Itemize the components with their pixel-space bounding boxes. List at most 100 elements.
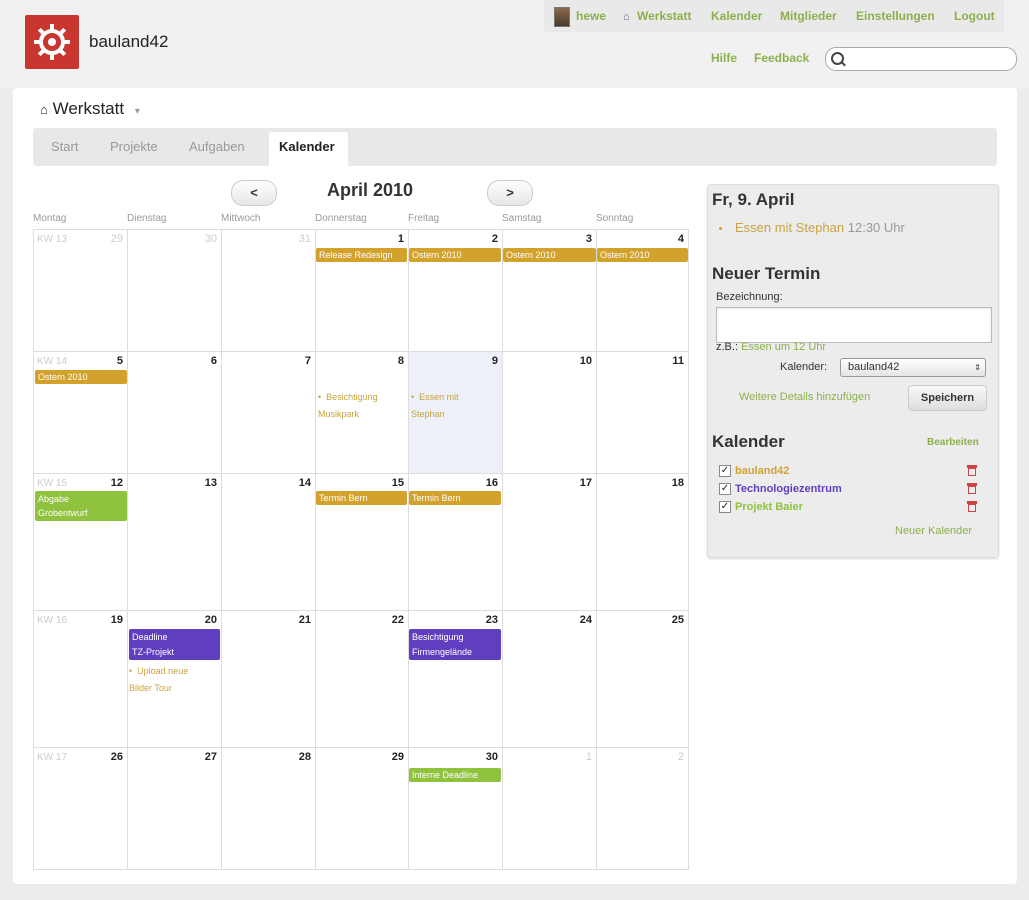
event-termin-bern[interactable]: Termin Bern [409, 491, 501, 505]
calendar-select[interactable]: bauland42 ⇕ [840, 358, 986, 377]
nav-members[interactable]: Mitglieder [780, 9, 837, 23]
dayname-tue: Dienstag [127, 213, 167, 224]
nav-settings[interactable]: Einstellungen [856, 9, 935, 23]
nav-calendar[interactable]: Kalender [711, 9, 762, 23]
workspace-title[interactable]: ⌂ Werkstatt ▾ [40, 99, 140, 119]
prev-month-button[interactable]: < [231, 180, 277, 206]
search-box[interactable] [825, 47, 1017, 71]
checkbox-technologiezentrum[interactable]: ✓ [719, 483, 731, 495]
day-cell[interactable]: 29 [316, 748, 409, 870]
day-cell[interactable]: 26 KW 17 [34, 748, 128, 870]
new-calendar-link[interactable]: Neuer Kalender [895, 525, 972, 537]
event-abgabe-grobentwurf[interactable]: Abgabe Grobentwurf [35, 491, 127, 521]
day-cell[interactable]: 18 [597, 474, 689, 611]
bullet-icon [719, 227, 722, 230]
day-cell[interactable]: 28 [222, 748, 316, 870]
delete-icon[interactable] [967, 465, 977, 476]
calendar-item-projekt-baier[interactable]: Projekt Baier [735, 501, 803, 513]
day-cell[interactable]: 13 [128, 474, 222, 611]
calendar-item-technologiezentrum[interactable]: Technologiezentrum [735, 483, 842, 495]
dayname-sun: Sonntag [596, 213, 634, 224]
event-besichtigung-firmengelaende[interactable]: Besichtigung Firmengelände [409, 629, 501, 660]
event-ostern[interactable]: Ostern 2010 [35, 370, 127, 384]
tab-tasks[interactable]: Aufgaben [189, 139, 245, 154]
day-cell[interactable]: 1 [503, 748, 597, 870]
day-number: 22 [391, 614, 404, 626]
week-number: KW 17 [37, 752, 68, 763]
event-ostern[interactable]: Ostern 2010 [597, 248, 688, 262]
app-name: bauland42 [89, 32, 169, 51]
day-cell[interactable]: 31 [222, 230, 316, 352]
day-cell[interactable]: 24 [503, 611, 597, 748]
event-interne-deadline[interactable]: Interne Deadline [409, 768, 501, 782]
dayname-sat: Samstag [502, 213, 542, 224]
day-number: 8 [397, 355, 404, 367]
checkbox-projekt-baier[interactable]: ✓ [719, 501, 731, 513]
day-number: 9 [491, 355, 498, 367]
example-hint: z.B.: Essen um 12 Uhr [716, 341, 827, 353]
day-cell[interactable]: 19 KW 16 [34, 611, 128, 748]
calendar-item-bauland42[interactable]: bauland42 [735, 465, 789, 477]
day-number: 29 [391, 751, 404, 763]
day-cell[interactable]: 27 [128, 748, 222, 870]
edit-calendars-link[interactable]: Bearbeiten [927, 437, 979, 448]
event-upload-bilder-tour[interactable]: • Upload neue Bilder Tour [129, 663, 188, 697]
day-number: 30 [485, 751, 498, 763]
month-title: April 2010 [326, 180, 414, 200]
nav-logout[interactable]: Logout [954, 9, 995, 23]
chevron-down-icon[interactable]: ▾ [135, 106, 140, 117]
tab-projects[interactable]: Projekte [110, 139, 158, 154]
day-cell[interactable]: 10 [503, 352, 597, 474]
day-number: 28 [298, 751, 311, 763]
event-ostern[interactable]: Ostern 2010 [503, 248, 596, 262]
event-essen-mit-stephan[interactable]: • Essen mit Stephan [411, 389, 459, 423]
event-name-input[interactable] [716, 307, 992, 343]
day-number: 29 [110, 233, 123, 245]
tab-start[interactable]: Start [51, 139, 78, 154]
day-cell[interactable]: 21 [222, 611, 316, 748]
day-number: 4 [677, 233, 684, 245]
user-link[interactable]: hewe [576, 9, 606, 23]
event-release-redesign[interactable]: Release Redesign [316, 248, 407, 262]
day-number: 24 [579, 614, 592, 626]
day-cell[interactable]: 22 [316, 611, 409, 748]
help-link[interactable]: Hilfe [711, 51, 737, 65]
day-cell[interactable]: 29 KW 13 [34, 230, 128, 352]
day-number: 15 [391, 477, 404, 489]
day-number: 10 [579, 355, 592, 367]
day-cell[interactable]: 7 [222, 352, 316, 474]
day-cell[interactable]: 30 [128, 230, 222, 352]
tab-calendar[interactable]: Kalender [279, 139, 335, 154]
save-button[interactable]: Speichern [908, 385, 987, 411]
more-details-link[interactable]: Weitere Details hinzufügen [739, 391, 870, 403]
event-termin-bern[interactable]: Termin Bern [316, 491, 407, 505]
day-number: 27 [204, 751, 217, 763]
app-logo[interactable] [25, 15, 79, 69]
day-number: 14 [298, 477, 311, 489]
day-cell[interactable]: 6 [128, 352, 222, 474]
bezeichnung-label: Bezeichnung: [716, 291, 783, 303]
search-input[interactable] [848, 50, 1012, 68]
day-cell[interactable]: 17 [503, 474, 597, 611]
delete-icon[interactable] [967, 501, 977, 512]
day-cell[interactable]: 2 [597, 748, 689, 870]
checkbox-bauland42[interactable]: ✓ [719, 465, 731, 477]
day-cell[interactable]: 30 [409, 748, 503, 870]
next-month-button[interactable]: > [487, 180, 533, 206]
day-number: 31 [298, 233, 311, 245]
user-nav [544, 0, 1004, 32]
nav-workshop[interactable]: Werkstatt [637, 9, 691, 23]
dayname-thu: Donnerstag [315, 213, 367, 224]
delete-icon[interactable] [967, 483, 977, 494]
event-besichtigung-musikpark[interactable]: • Besichtigung Musikpark [318, 389, 378, 423]
day-number: 17 [579, 477, 592, 489]
day-cell[interactable]: 25 [597, 611, 689, 748]
day-cell[interactable]: 14 [222, 474, 316, 611]
user-avatar[interactable] [554, 7, 570, 27]
event-ostern[interactable]: Ostern 2010 [409, 248, 501, 262]
event-deadline-tz-projekt[interactable]: Deadline TZ-Projekt [129, 629, 220, 660]
day-cell[interactable]: 11 [597, 352, 689, 474]
day-number: 6 [210, 355, 217, 367]
feedback-link[interactable]: Feedback [754, 51, 809, 65]
today-event[interactable]: Essen mit Stephan 12:30 Uhr [735, 220, 905, 235]
